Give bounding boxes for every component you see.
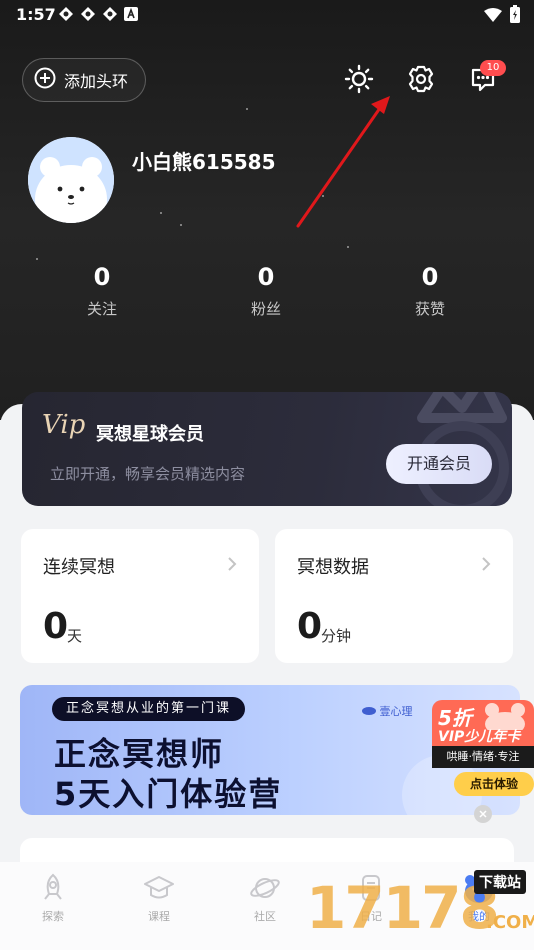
avatar[interactable] [28,137,114,223]
tab-label: 社区 [254,910,276,923]
app-notification-icon [58,6,74,22]
stat-followers[interactable]: 0 粉丝 [216,262,316,319]
banner-brand-label: 壹心理 [379,705,413,718]
promo-header: 5折 VIP少儿年卡 [432,700,534,746]
status-bar: 1:57 [0,0,534,30]
meditation-data-card[interactable]: 冥想数据 0 分钟 [275,529,513,663]
banner-brand: 壹心理 [362,703,413,719]
banner-pill: 正念冥想从业的第一门课 [52,697,246,721]
card-value: 0 [297,606,323,647]
chevron-right-icon [227,553,237,577]
chat-bubble-icon [468,68,498,98]
stat-value: 0 [93,263,111,291]
a-app-icon [124,6,140,22]
stat-label: 获赞 [414,300,445,318]
app-screen: 1:57 添加头环 10 小白熊615585 0 关注 0 粉丝 0 获赞 Vi… [0,0,534,950]
rocket-icon [18,872,88,904]
wifi-icon [484,7,502,26]
tab-community[interactable]: 社区 [230,872,300,924]
watermark-domain: .COM [486,912,534,933]
vip-logo: Vip [42,410,86,440]
star-decoration [180,224,182,226]
try-now-button[interactable]: 点击体验 [454,772,534,796]
star-decoration [160,212,162,214]
watermark-site: 下载站 [474,870,526,894]
app-notification-icon [102,6,118,22]
stat-label: 粉丝 [250,300,281,318]
stat-following[interactable]: 0 关注 [52,262,152,319]
card-value: 0 [43,606,69,647]
watermark-number: 17178 [306,874,500,942]
banner-subheadline: 5天入门体验营 [54,775,283,813]
stat-label: 关注 [86,300,117,318]
plus-circle-icon [34,67,56,93]
graduation-cap-icon [124,872,194,904]
chevron-right-icon [481,553,491,577]
close-promo-button[interactable] [474,805,492,823]
stat-value: 0 [257,263,275,291]
stat-likes[interactable]: 0 获赞 [380,262,480,319]
site-watermark: 17178 下载站 .COM [306,866,534,950]
vip-subtitle: 立即开通，畅享会员精选内容 [50,465,246,483]
promo-product: VIP少儿年卡 [438,729,521,745]
card-title: 冥想数据 [297,557,369,578]
notification-badge: 10 [480,60,506,76]
star-decoration [36,258,38,260]
gear-icon [406,65,436,98]
app-notification-icon [80,6,96,22]
stat-value: 0 [421,263,439,291]
status-time: 1:57 [16,5,56,24]
status-system-icons [484,5,520,27]
card-unit: 天 [67,627,83,645]
star-decoration [322,195,324,197]
add-halo-button[interactable]: 添加头环 [22,58,146,102]
battery-icon [510,5,520,27]
card-unit: 分钟 [321,627,352,645]
tab-label: 探索 [42,910,64,923]
vip-card[interactable]: Vip 冥想星球会员 立即开通，畅享会员精选内容 开通会员 [22,392,512,506]
planet-icon [230,872,300,904]
status-notification-icons [58,6,140,22]
promo-tags: 哄睡·情绪·专注 [432,746,534,768]
streak-card[interactable]: 连续冥想 0 天 [21,529,259,663]
username[interactable]: 小白熊615585 [132,146,276,175]
close-icon [479,807,487,821]
tab-label: 课程 [148,910,170,923]
star-decoration [347,246,349,248]
settings-button[interactable] [406,64,436,94]
vip-title: 冥想星球会员 [96,424,204,445]
open-membership-button[interactable]: 开通会员 [386,444,492,484]
tab-explore[interactable]: 探索 [18,872,88,924]
theme-toggle-button[interactable] [344,64,374,94]
star-decoration [246,108,248,110]
kids-vip-promo[interactable]: 5折 VIP少儿年卡 哄睡·情绪·专注 点击体验 [432,700,534,802]
cloud-icon [362,705,380,718]
tab-courses[interactable]: 课程 [124,872,194,924]
add-halo-label: 添加头环 [64,72,129,91]
sun-icon [344,64,374,98]
card-title: 连续冥想 [43,557,115,578]
